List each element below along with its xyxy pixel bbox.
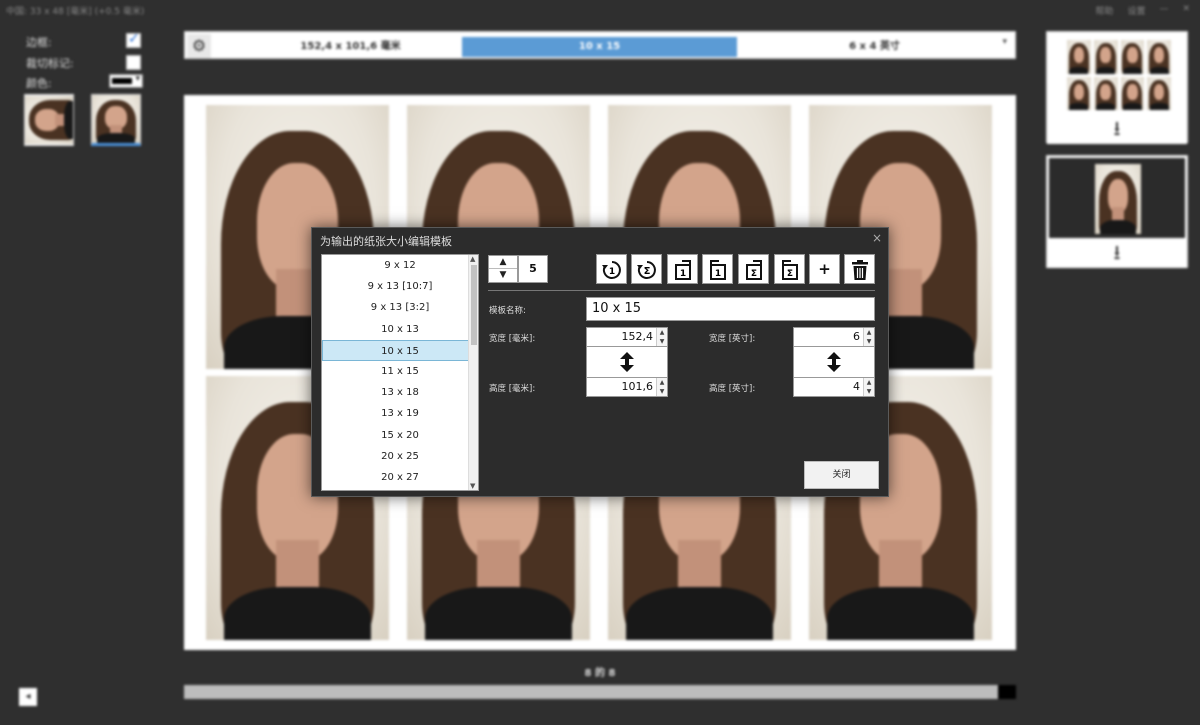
paper-size-option-inch[interactable]: 6 x 4 英寸	[737, 37, 1012, 57]
height-mm-label: 高度 [毫米]:	[489, 384, 536, 394]
export-all-button[interactable]: Σ	[738, 254, 769, 284]
list-item-selected[interactable]: 10 x 15	[322, 339, 478, 361]
close-window-button[interactable]: ✕	[1182, 4, 1190, 17]
color-swatch	[112, 78, 132, 84]
chevron-down-icon: ▾	[135, 74, 140, 84]
import-all-button[interactable]: Σ	[774, 254, 805, 284]
dialog-title: 为输出的纸张大小编辑模板	[320, 235, 452, 248]
title-bar: 中国: 33 x 48 [毫米] (+0.5 毫米) 帮助 设置 — ✕	[0, 0, 1200, 20]
width-mm-field[interactable]: 152,4 ▲ ▼	[586, 327, 668, 347]
import-one-button[interactable]: 1	[702, 254, 733, 284]
swap-mm-button[interactable]	[586, 347, 668, 377]
cut-marks-label: 裁切标记:	[26, 57, 74, 70]
settings-button[interactable]: 设置	[1127, 4, 1145, 17]
sheet-preview-image	[1049, 34, 1185, 112]
width-in-spinner[interactable]: ▲ ▼	[863, 328, 874, 346]
move-down-icon[interactable]: ▼	[489, 269, 517, 282]
export-one-button[interactable]: 1	[667, 254, 698, 284]
toggle-panel-button[interactable]: ◂	[19, 688, 37, 706]
download-icon[interactable]: ⭳	[1047, 238, 1187, 268]
color-select[interactable]: ▾	[109, 74, 143, 88]
layout-thumbnail-landscape[interactable]	[24, 94, 74, 146]
layout-thumbnail-portrait[interactable]	[91, 94, 141, 146]
height-mm-field[interactable]: 101,6 ▲ ▼	[586, 377, 668, 397]
scroll-up-icon[interactable]: ▲	[470, 255, 475, 263]
height-in-value: 4	[853, 380, 860, 393]
progress-end	[998, 685, 1016, 699]
list-item[interactable]: 13 x 19	[322, 403, 478, 424]
list-item[interactable]: 9 x 12	[322, 255, 478, 276]
border-label: 边框:	[26, 36, 52, 49]
width-mm-label: 宽度 [毫米]:	[489, 334, 536, 344]
list-item[interactable]: 9 x 13 [10:7]	[322, 276, 478, 297]
paper-size-list[interactable]: 9 x 12 9 x 13 [10:7] 9 x 13 [3:2] 10 x 1…	[321, 254, 479, 491]
swap-vertical-icon	[827, 352, 841, 372]
width-in-value: 6	[853, 330, 860, 343]
close-button[interactable]: 关闭	[804, 461, 879, 489]
order-stepper: ▲ ▼	[488, 255, 518, 283]
svg-text:Σ: Σ	[644, 266, 651, 277]
list-item[interactable]: 11 x 15	[322, 361, 478, 382]
template-name-input[interactable]: 10 x 15	[586, 297, 875, 321]
svg-text:Σ: Σ	[787, 269, 793, 279]
list-item[interactable]: 15 x 20	[322, 425, 478, 446]
height-in-label: 高度 [英寸]:	[709, 384, 756, 394]
cut-marks-checkbox[interactable]	[126, 55, 141, 70]
template-count: 5	[518, 255, 548, 283]
height-mm-value: 101,6	[621, 380, 654, 393]
single-photo-card[interactable]: ⭳	[1046, 155, 1188, 268]
width-mm-value: 152,4	[621, 330, 654, 343]
paper-size-option-selected[interactable]: 10 x 15	[462, 37, 737, 57]
add-template-button[interactable]: +	[809, 254, 840, 284]
move-up-icon[interactable]: ▲	[489, 256, 517, 269]
toolbar-separator	[488, 290, 875, 291]
template-name-label: 模板名称:	[489, 306, 526, 316]
sheet-preview-card[interactable]: ⭳	[1046, 31, 1188, 144]
chevron-down-icon[interactable]: ▾	[1002, 37, 1007, 47]
window-controls: 帮助 设置 — ✕	[1095, 4, 1190, 17]
list-item[interactable]: 9 x 13 [3:2]	[322, 297, 478, 318]
list-scrollbar[interactable]: ▲ ▼	[468, 255, 478, 490]
svg-text:1: 1	[680, 269, 686, 279]
width-mm-spinner[interactable]: ▲ ▼	[656, 328, 667, 346]
list-item[interactable]: 20 x 25	[322, 446, 478, 467]
reset-all-button[interactable]: Σ	[631, 254, 662, 284]
edit-paper-template-dialog: 为输出的纸张大小编辑模板 × 9 x 12 9 x 13 [10:7] 9 x …	[311, 227, 889, 497]
svg-text:1: 1	[715, 269, 721, 279]
paper-size-bar: ⚙ 152,4 x 101,6 毫米 10 x 15 6 x 4 英寸 ▾	[184, 31, 1016, 59]
swap-vertical-icon	[620, 352, 634, 372]
reset-one-button[interactable]: 1	[596, 254, 627, 284]
minimize-button[interactable]: —	[1159, 4, 1168, 17]
scrollbar-thumb[interactable]	[471, 265, 477, 345]
scroll-down-icon[interactable]: ▼	[470, 482, 475, 490]
svg-text:Σ: Σ	[751, 269, 757, 279]
single-photo-preview	[1049, 158, 1185, 238]
border-checkbox[interactable]	[126, 31, 141, 48]
height-mm-spinner[interactable]: ▲ ▼	[656, 378, 667, 396]
list-item[interactable]: 20 x 27	[322, 467, 478, 488]
photo-count: 8 的 8	[584, 668, 616, 679]
dialog-close-icon[interactable]: ×	[872, 231, 882, 245]
window-title: 中国: 33 x 48 [毫米] (+0.5 毫米)	[6, 7, 145, 17]
color-label: 颜色:	[26, 77, 52, 90]
width-in-label: 宽度 [英寸]:	[709, 334, 756, 344]
trash-icon[interactable]	[844, 254, 875, 284]
gear-icon[interactable]: ⚙	[187, 34, 211, 58]
width-in-field[interactable]: 6 ▲ ▼	[793, 327, 875, 347]
svg-text:1: 1	[609, 267, 615, 277]
swap-in-button[interactable]	[793, 347, 875, 377]
progress-bar	[184, 685, 1016, 699]
download-icon[interactable]: ⭳	[1047, 114, 1187, 144]
paper-size-option-mm[interactable]: 152,4 x 101,6 毫米	[213, 37, 488, 57]
height-in-spinner[interactable]: ▲ ▼	[863, 378, 874, 396]
height-in-field[interactable]: 4 ▲ ▼	[793, 377, 875, 397]
list-item[interactable]: 10 x 13	[322, 319, 478, 340]
help-button[interactable]: 帮助	[1095, 4, 1113, 17]
list-item[interactable]: 13 x 18	[322, 382, 478, 403]
